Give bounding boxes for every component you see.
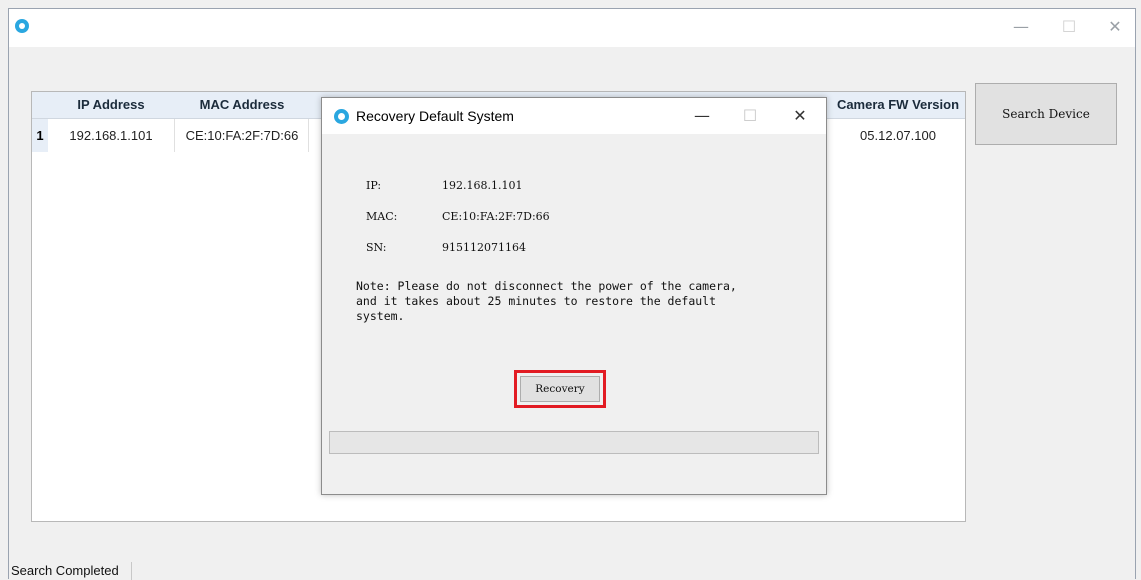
mac-label: MAC:	[366, 210, 398, 223]
camera-app-icon	[15, 19, 29, 33]
dialog-maximize-icon[interactable]: ☐	[738, 104, 762, 128]
close-icon[interactable]: ✕	[1103, 17, 1127, 37]
recovery-button[interactable]: Recovery	[520, 376, 600, 402]
recovery-dialog: Recovery Default System — ☐ ✕ IP: 192.16…	[321, 97, 827, 495]
minimize-icon[interactable]: —	[1009, 17, 1033, 37]
search-device-button[interactable]: Search Device	[975, 83, 1117, 145]
warning-note: Note: Please do not disconnect the power…	[356, 279, 737, 323]
ip-value: 192.168.1.101	[442, 179, 523, 192]
dialog-minimize-icon[interactable]: —	[690, 104, 714, 128]
sn-label: SN:	[366, 241, 387, 254]
camera-app-icon	[334, 109, 349, 124]
cell-ip[interactable]: 192.168.1.101	[48, 119, 175, 152]
status-bar-text: Search Completed	[9, 562, 132, 580]
recovery-progress-bar	[329, 431, 819, 454]
row-index[interactable]: 1	[32, 119, 48, 152]
mac-value: CE:10:FA:2F:7D:66	[442, 210, 550, 223]
dialog-close-icon[interactable]: ✕	[788, 104, 812, 128]
column-header-ip[interactable]: IP Address	[48, 92, 174, 118]
maximize-icon[interactable]: ☐	[1057, 17, 1081, 37]
cell-fw[interactable]: 05.12.07.100	[832, 119, 964, 152]
cell-mac[interactable]: CE:10:FA:2F:7D:66	[176, 119, 309, 152]
main-titlebar[interactable]: — ☐ ✕	[9, 9, 1135, 47]
dialog-titlebar[interactable]: Recovery Default System — ☐ ✕	[322, 98, 826, 134]
ip-label: IP:	[366, 179, 382, 192]
dialog-title: Recovery Default System	[356, 108, 514, 124]
column-header-mac[interactable]: MAC Address	[176, 92, 308, 118]
sn-value: 915112071164	[442, 241, 526, 254]
column-header-fw[interactable]: Camera FW Version	[832, 92, 964, 118]
